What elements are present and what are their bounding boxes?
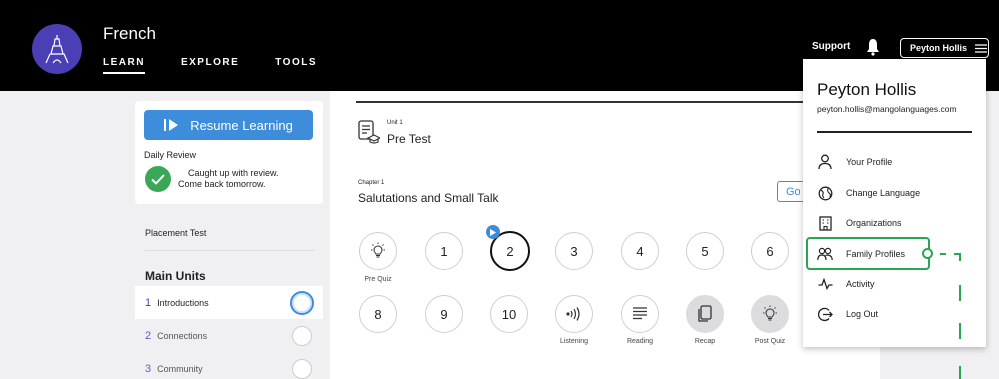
person-icon xyxy=(817,154,833,170)
chapter-title: Salutations and Small Talk xyxy=(358,191,499,205)
unit-title: Pre Test xyxy=(387,132,431,146)
course-title[interactable]: French xyxy=(103,24,156,44)
daily-review-title: Daily Review xyxy=(144,150,197,160)
support-link[interactable]: Support xyxy=(812,41,850,52)
lesson-post-quiz[interactable] xyxy=(751,295,789,333)
main-nav: LEARN EXPLORE TOOLS xyxy=(103,57,317,74)
lesson-3[interactable]: 3 xyxy=(555,232,593,270)
check-icon xyxy=(145,166,171,192)
dropdown-user-name: Peyton Hollis xyxy=(817,80,917,99)
nav-learn[interactable]: LEARN xyxy=(103,57,145,74)
resume-learning-button[interactable]: Resume Learning xyxy=(144,110,313,140)
daily-review-status: Caught up with review. Come back tomorro… xyxy=(178,168,279,190)
highlight-dash xyxy=(959,323,961,339)
highlight-dash xyxy=(940,253,946,255)
menu-item-label: Log Out xyxy=(846,309,879,319)
menu-item-label: Your Profile xyxy=(846,157,893,167)
menu-item-label: Organizations xyxy=(846,218,902,228)
highlight-dash xyxy=(959,366,961,379)
highlight-dash xyxy=(959,285,961,301)
unit-item-connections[interactable]: 2 Connections xyxy=(135,319,323,352)
eiffel-tower-icon xyxy=(45,35,69,64)
lesson-9[interactable]: 9 xyxy=(425,295,463,333)
progress-ring-icon xyxy=(290,290,314,315)
lesson-6[interactable]: 6 xyxy=(751,232,789,270)
lesson-10[interactable]: 10 xyxy=(490,295,528,333)
menu-item-log-out[interactable]: Log Out xyxy=(817,302,967,326)
unit-item-community[interactable]: 3 Community xyxy=(135,352,323,379)
chapter-number-label: Chapter 1 xyxy=(358,180,385,186)
play-icon xyxy=(486,225,500,239)
user-dropdown-menu: Peyton Hollis peyton.hollis@mangolanguag… xyxy=(803,59,986,347)
unit-item-introductions[interactable]: 1 Introductions xyxy=(135,286,323,319)
unit-number: 1 xyxy=(145,296,152,309)
progress-ring-icon xyxy=(292,325,312,346)
lesson-caption: Reading xyxy=(626,338,654,345)
menu-item-activity[interactable]: Activity xyxy=(817,272,967,296)
unit-number: 3 xyxy=(145,362,152,375)
unit-number-label: Unit 1 xyxy=(387,120,403,126)
lesson-caption: Listening xyxy=(559,338,589,345)
menu-item-label: Change Language xyxy=(846,188,921,198)
mango-logo[interactable] xyxy=(32,24,82,74)
dropdown-user-email: peyton.hollis@mangolanguages.com xyxy=(817,104,957,114)
bell-icon[interactable] xyxy=(866,38,880,61)
listening-icon xyxy=(566,307,580,321)
lesson-caption: Recap xyxy=(694,338,716,345)
highlight-dash xyxy=(959,253,961,261)
lesson-pre-quiz[interactable] xyxy=(359,232,397,270)
placement-test-link[interactable]: Placement Test xyxy=(145,228,206,238)
family-profiles-highlight xyxy=(806,237,930,270)
unit-label: Community xyxy=(157,363,203,374)
globe-icon xyxy=(817,185,833,201)
lesson-caption: Post Quiz xyxy=(754,338,786,345)
lesson-caption: Pre Quiz xyxy=(364,276,392,283)
hamburger-icon xyxy=(975,43,988,53)
highlight-connector-dot xyxy=(922,248,933,259)
lightbulb-icon xyxy=(371,242,385,258)
menu-item-organizations[interactable]: Organizations xyxy=(817,211,967,235)
play-icon xyxy=(164,119,179,131)
lesson-1[interactable]: 1 xyxy=(425,232,463,270)
sidebar-divider xyxy=(145,250,315,251)
unit-label: Connections xyxy=(157,330,208,341)
main-units-heading: Main Units xyxy=(145,269,206,283)
nav-explore[interactable]: EXPLORE xyxy=(181,57,239,74)
lesson-8[interactable]: 8 xyxy=(359,295,397,333)
resume-learning-label: Resume Learning xyxy=(190,117,293,133)
main-divider xyxy=(356,101,816,103)
daily-review-line-2: Come back tomorrow. xyxy=(178,179,266,189)
reading-icon xyxy=(633,307,647,320)
lesson-recap[interactable] xyxy=(686,295,724,333)
unit-number: 2 xyxy=(145,329,152,342)
user-menu-button[interactable]: Peyton Hollis xyxy=(900,38,989,58)
progress-ring-icon xyxy=(292,358,312,379)
lightbulb-icon xyxy=(763,305,777,321)
lesson-4[interactable]: 4 xyxy=(621,232,659,270)
recap-icon xyxy=(698,305,712,322)
menu-item-label: Activity xyxy=(846,279,875,289)
lesson-listening[interactable] xyxy=(555,295,593,333)
building-icon xyxy=(817,215,833,231)
daily-review-line-1: Caught up with review. xyxy=(188,168,279,178)
test-document-icon xyxy=(358,120,382,149)
nav-tools[interactable]: TOOLS xyxy=(275,57,317,74)
unit-label: Introductions xyxy=(157,297,209,308)
dropdown-divider xyxy=(817,131,972,133)
logout-icon xyxy=(817,306,833,322)
menu-item-your-profile[interactable]: Your Profile xyxy=(817,150,967,174)
lesson-5[interactable]: 5 xyxy=(686,232,724,270)
activity-icon xyxy=(817,276,833,292)
lesson-reading[interactable] xyxy=(621,295,659,333)
menu-item-change-language[interactable]: Change Language xyxy=(817,181,967,205)
user-menu-label: Peyton Hollis xyxy=(910,43,968,53)
